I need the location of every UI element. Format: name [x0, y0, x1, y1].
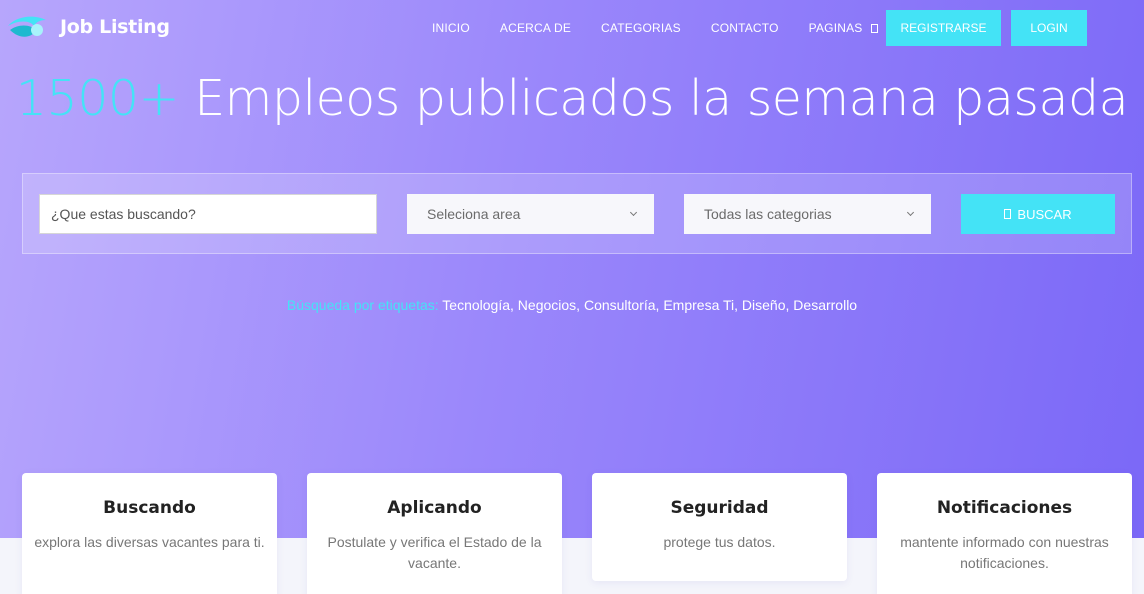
- feature-card-notificaciones: Notificaciones mantente informado con nu…: [877, 473, 1132, 594]
- tag-link[interactable]: Desarrollo: [793, 297, 857, 313]
- tag-link[interactable]: Tecnología: [442, 297, 510, 313]
- search-input[interactable]: [39, 194, 377, 234]
- register-button[interactable]: REGISTRARSE: [886, 10, 1001, 46]
- search-panel: Seleciona area Todas las categorias BUSC…: [22, 173, 1132, 254]
- nav-item-inicio[interactable]: INICIO: [432, 21, 470, 35]
- area-select-value: Seleciona area: [427, 206, 521, 222]
- chevron-down-icon: [906, 208, 915, 217]
- chevron-down-icon: [629, 208, 638, 217]
- feature-card-buscando: Buscando explora las diversas vacantes p…: [22, 473, 277, 594]
- nav-item-paginas[interactable]: PAGINAS: [809, 21, 878, 35]
- feature-title: Aplicando: [387, 498, 482, 518]
- main-nav: INICIO ACERCA DE CATEGORIAS CONTACTO PAG…: [432, 21, 908, 35]
- tag-link[interactable]: Consultoría: [584, 297, 656, 313]
- search-button[interactable]: BUSCAR: [961, 194, 1115, 234]
- hero-section: Job Listing INICIO ACERCA DE CATEGORIAS …: [0, 0, 1144, 538]
- logo[interactable]: Job Listing: [6, 12, 170, 42]
- nav-item-categorias[interactable]: CATEGORIAS: [601, 21, 681, 35]
- feature-text: mantente informado con nuestras notifica…: [900, 534, 1109, 571]
- tag-link[interactable]: Diseño: [742, 297, 786, 313]
- headline-text: Empleos publicados la semana pasada: [194, 70, 1129, 127]
- nav-item-paginas-label: PAGINAS: [808, 21, 863, 35]
- tag-link[interactable]: Empresa Ti: [663, 297, 734, 313]
- logo-text: Job Listing: [60, 16, 170, 38]
- search-button-label: BUSCAR: [1017, 206, 1072, 222]
- tag-label: Búsqueda por etiquetas:: [286, 297, 439, 313]
- nav-item-contacto[interactable]: CONTACTO: [711, 21, 779, 35]
- feature-text: explora las diversas vacantes para ti.: [34, 534, 265, 550]
- feature-text: Postulate y verifica el Estado de la vac…: [327, 534, 542, 571]
- feature-title: Buscando: [103, 498, 196, 518]
- logo-icon: [8, 16, 46, 37]
- feature-title: Seguridad: [670, 498, 769, 518]
- feature-text: protege tus datos.: [663, 534, 776, 550]
- category-select-value: Todas las categorias: [704, 206, 832, 222]
- area-select[interactable]: Seleciona area: [407, 194, 654, 234]
- feature-title: Notificaciones: [936, 498, 1073, 518]
- tag-search: Búsqueda por etiquetas: Tecnología, Nego…: [286, 297, 858, 313]
- hero-headline: 1500+ Empleos publicados la semana pasad…: [0, 70, 1144, 127]
- tag-link[interactable]: Negocios: [518, 297, 576, 313]
- dropdown-icon: [870, 23, 878, 33]
- search-icon: [1004, 209, 1012, 219]
- login-button[interactable]: LOGIN: [1011, 10, 1087, 46]
- category-select[interactable]: Todas las categorias: [684, 194, 931, 234]
- nav-item-acerca-de[interactable]: ACERCA DE: [500, 21, 571, 35]
- job-count: 1500+: [15, 70, 180, 127]
- feature-card-seguridad: Seguridad protege tus datos.: [592, 473, 847, 581]
- feature-card-aplicando: Aplicando Postulate y verifica el Estado…: [307, 473, 562, 594]
